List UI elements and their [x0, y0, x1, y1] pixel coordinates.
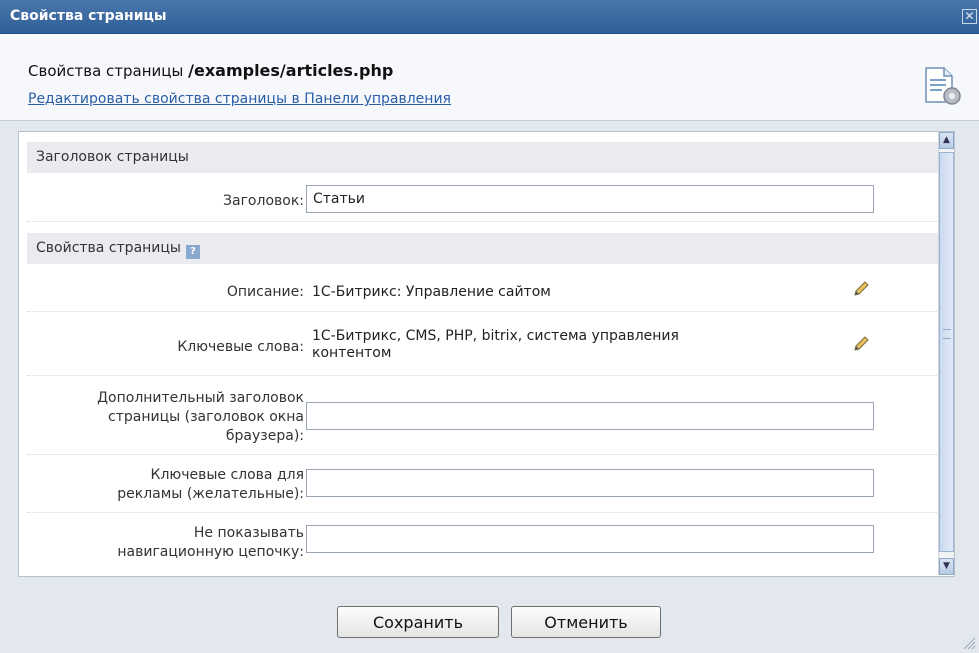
title-input[interactable] — [306, 185, 874, 213]
divider — [27, 512, 941, 513]
edit-keywords-pencil-icon[interactable] — [852, 335, 870, 353]
hide-breadcrumb-input[interactable] — [306, 525, 874, 553]
keywords-value-line: 1С-Битрикс, CMS, PHP, bitrix, система уп… — [312, 328, 679, 344]
properties-panel: Заголовок страницы Заголовок: Свойства с… — [18, 131, 955, 577]
page-properties-dialog: Свойства страницы ✕ Свойства страницы /e… — [0, 0, 979, 653]
scroll-thumb[interactable] — [939, 152, 954, 552]
section-title-heading: Заголовок страницы — [27, 142, 941, 173]
extra-title-input[interactable] — [306, 402, 874, 430]
keywords-value-line: контентом — [312, 345, 392, 361]
hide-breadcrumb-label: Не показывать навигационную цепочку: — [117, 524, 304, 562]
divider — [27, 375, 941, 376]
close-icon[interactable]: ✕ — [962, 9, 977, 24]
section-properties-heading: Свойства страницы? — [27, 233, 941, 264]
description-value: 1С-Битрикс: Управление сайтом — [312, 284, 551, 300]
keywords-value: 1С-Битрикс, CMS, PHP, bitrix, система уп… — [312, 328, 679, 362]
extra-title-label-line: страницы (заголовок окна — [108, 409, 304, 425]
dialog-titlebar[interactable]: Свойства страницы ✕ — [0, 0, 979, 34]
extra-title-label-line: браузера): — [225, 428, 304, 444]
dialog-header: Свойства страницы /examples/articles.php… — [0, 34, 979, 121]
extra-title-label: Дополнительный заголовок страницы (загол… — [97, 389, 304, 446]
ad-keywords-input[interactable] — [306, 469, 874, 497]
save-button[interactable]: Сохранить — [337, 606, 499, 638]
hide-breadcrumb-label-line: навигационную цепочку: — [117, 544, 304, 560]
divider — [27, 311, 941, 312]
ad-keywords-label-line: рекламы (желательные): — [117, 486, 304, 502]
edit-description-pencil-icon[interactable] — [852, 280, 870, 298]
ad-keywords-label-line: Ключевые слова для — [150, 467, 304, 483]
vertical-scrollbar[interactable]: ▲ ▼ — [938, 132, 954, 575]
resize-grip-icon[interactable] — [962, 636, 976, 650]
edit-in-control-panel-link[interactable]: Редактировать свойства страницы в Панели… — [28, 91, 451, 107]
scroll-grip-icon — [943, 329, 951, 339]
divider — [27, 454, 941, 455]
description-label: Описание: — [226, 284, 304, 300]
keywords-label: Ключевые слова: — [177, 339, 304, 355]
divider — [27, 221, 941, 222]
help-icon[interactable]: ? — [185, 245, 200, 259]
header-label: Свойства страницы — [28, 62, 184, 80]
cancel-button[interactable]: Отменить — [511, 606, 661, 638]
scroll-down-arrow-icon[interactable]: ▼ — [939, 558, 954, 575]
hide-breadcrumb-label-line: Не показывать — [193, 525, 304, 541]
header-caption: Свойства страницы /examples/articles.php — [28, 61, 393, 80]
extra-title-label-line: Дополнительный заголовок — [97, 390, 304, 406]
title-label: Заголовок: — [223, 193, 304, 209]
ad-keywords-label: Ключевые слова для рекламы (желательные)… — [117, 466, 304, 504]
scroll-up-arrow-icon[interactable]: ▲ — [939, 132, 954, 149]
section-properties-title: Свойства страницы — [36, 240, 181, 256]
dialog-title: Свойства страницы — [10, 8, 167, 24]
page-path: /examples/articles.php — [188, 61, 394, 80]
page-settings-icon — [925, 67, 961, 105]
